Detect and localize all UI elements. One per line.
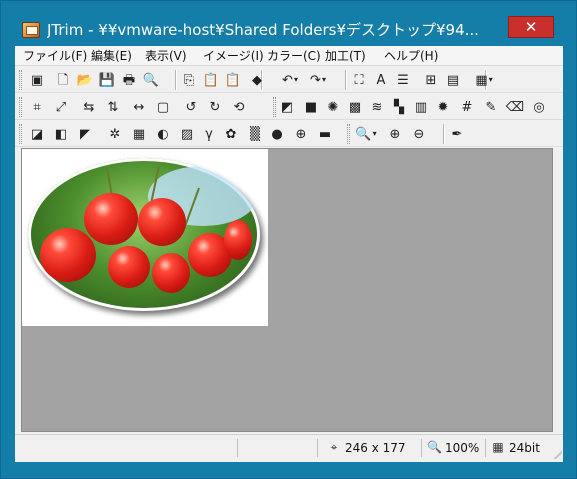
rotate-left-90-icon[interactable]: ↺ [181, 97, 201, 117]
menu-file[interactable]: ファイル(F) [23, 48, 87, 64]
toolbar-color: ◪ ◧ ◤ ✲ ▦ ◐ ▨ γ ✿ ▒ ● ⊕ ▬ 🔍 ▾ ⊕ ⊖ ✒ [15, 121, 563, 147]
capture-icon[interactable]: ◆ [247, 70, 267, 90]
color-wheel-icon[interactable]: ✿ [221, 124, 241, 144]
chevron-down-icon[interactable]: ▾ [322, 76, 326, 84]
paste-new-icon[interactable]: 📋 [223, 70, 243, 90]
toolbar-grip[interactable] [19, 124, 22, 144]
sunburst-icon[interactable]: ✺ [323, 97, 343, 117]
flip-vertical-icon[interactable]: ⇅ [103, 97, 123, 117]
toolbar-separator [175, 70, 177, 90]
toolbar-separator [443, 124, 445, 144]
toolbar-file: ▣ 🗋 📂 💾 🖶 🔍 ⎘ 📋 📋 ◆ ↶ ▾ ↷ ▾ ⛶ A ☰ ⊞ ▤ ▦ ▾ [15, 67, 563, 93]
rgb-circles-icon[interactable]: ● [267, 124, 287, 144]
rotate-free-icon[interactable]: ⟲ [229, 97, 249, 117]
picture-icon[interactable]: ▨ [177, 124, 197, 144]
image-size-icon: ⌖ [330, 440, 338, 454]
undo-icon[interactable]: ↶ ▾ [277, 70, 303, 90]
wave-icon[interactable]: ≋ [367, 97, 387, 117]
menu-color[interactable]: カラー(C) [267, 48, 321, 64]
save-icon[interactable]: 💾 [97, 70, 117, 90]
fence-icon[interactable]: # [457, 97, 477, 117]
lines-icon[interactable]: ☰ [393, 70, 413, 90]
redo-icon[interactable]: ↷ ▾ [305, 70, 331, 90]
eyedropper-icon[interactable]: ✒ [447, 124, 467, 144]
new-file-icon[interactable]: 🗋 [53, 70, 73, 90]
image-canvas[interactable] [22, 149, 268, 326]
grid-icon[interactable]: ⊞ [421, 70, 441, 90]
checker-icon[interactable]: ▒ [245, 124, 265, 144]
image-dimensions: 246 x 177 [345, 441, 406, 455]
dither-icon[interactable]: ▚ [389, 97, 409, 117]
color-palette-icon[interactable]: ▦ ▾ [471, 70, 497, 90]
rgb-bars-icon[interactable]: ▦ [129, 124, 149, 144]
menu-view[interactable]: 表示(V) [145, 48, 187, 64]
bit-depth-icon: ▦ [492, 440, 504, 454]
open-icon[interactable]: 📂 [75, 70, 95, 90]
contrast-icon[interactable]: ◐ [153, 124, 173, 144]
menu-edit[interactable]: 編集(E) [91, 48, 132, 64]
toolbar-transform: ⌗ ⤢ ⇆ ⇅ ↔ ▢ ↺ ↻ ⟲ ◩ ■ ✺ ▩ ≋ ▚ ▥ ✹ # ✎ ⌫ ◎ [15, 94, 563, 120]
zoom-out-icon[interactable]: ⊖ [409, 124, 429, 144]
app-window: JTrim - ¥¥vmware-host¥Shared Folders¥デスク… [0, 0, 577, 479]
blue-tone-icon[interactable]: ◤ [75, 124, 95, 144]
eraser-icon[interactable]: ⌫ [505, 97, 525, 117]
bit-depth: 24bit [509, 441, 540, 455]
gamma-icon[interactable]: γ [199, 124, 219, 144]
paste-icon[interactable]: 📋 [201, 70, 221, 90]
cherry-photo [28, 158, 260, 311]
zoom-in-icon[interactable]: ⊕ [385, 124, 405, 144]
zoom-level: 100% [445, 441, 480, 455]
menu-process[interactable]: 加工(T) [325, 48, 366, 64]
sparkle-icon[interactable]: ✲ [105, 124, 125, 144]
menu-help[interactable]: ヘルプ(H) [384, 48, 438, 64]
toolbar-grip[interactable] [273, 97, 276, 117]
client-area: ファイル(F) 編集(E) 表示(V) イメージ(I) カラー(C) 加工(T)… [15, 46, 563, 462]
spiral-icon[interactable]: ◎ [529, 97, 549, 117]
sepia-icon[interactable]: ◧ [51, 124, 71, 144]
close-button[interactable]: ✕ [508, 16, 554, 38]
flip-horizontal-icon[interactable]: ⇆ [79, 97, 99, 117]
mirror-icon[interactable]: ↔ [129, 97, 149, 117]
pen-icon[interactable]: ✎ [481, 97, 501, 117]
spark-icon[interactable]: ✹ [433, 97, 453, 117]
toolbar-grip[interactable] [347, 124, 350, 144]
print-icon[interactable]: 🖶 [119, 70, 139, 90]
chevron-down-icon[interactable]: ▾ [373, 130, 377, 138]
filmstrip-icon[interactable]: ▤ [443, 70, 463, 90]
new-window-icon[interactable]: ▣ [27, 70, 47, 90]
menu-image[interactable]: イメージ(I) [203, 48, 264, 64]
print-preview-icon[interactable]: 🔍 [141, 70, 161, 90]
title-bar[interactable]: JTrim - ¥¥vmware-host¥Shared Folders¥デスク… [1, 1, 576, 45]
fit-window-icon[interactable]: ⛶ [349, 70, 369, 90]
status-bar: ⌖ 246 x 177 🔍 100% ▦ 24bit [15, 434, 563, 460]
zoom-icon[interactable]: 🔍 ▾ [353, 124, 379, 144]
frame-icon[interactable]: ▢ [153, 97, 173, 117]
crop-icon[interactable]: ⌗ [27, 97, 47, 117]
brick-icon[interactable]: ▥ [411, 97, 431, 117]
zoom-level-icon: 🔍 [427, 440, 442, 454]
mosaic-icon[interactable]: ▩ [345, 97, 365, 117]
text-icon[interactable]: A [371, 70, 391, 90]
chevron-down-icon[interactable]: ▾ [294, 76, 298, 84]
resize-icon[interactable]: ⤢ [51, 97, 71, 117]
shadow-icon[interactable]: ◩ [277, 97, 297, 117]
window-title: JTrim - ¥¥vmware-host¥Shared Folders¥デスク… [47, 21, 479, 39]
copy-icon[interactable]: ⎘ [179, 70, 199, 90]
bevel-icon[interactable]: ◪ [27, 124, 47, 144]
xor-icon[interactable]: ⊕ [291, 124, 311, 144]
toolbar-grip[interactable] [19, 97, 22, 117]
chevron-down-icon[interactable]: ▾ [489, 76, 493, 84]
menu-bar: ファイル(F) 編集(E) 表示(V) イメージ(I) カラー(C) 加工(T)… [15, 46, 563, 66]
rotate-right-90-icon[interactable]: ↻ [205, 97, 225, 117]
toolbar-grip[interactable] [19, 70, 22, 90]
gray-box-icon[interactable]: ■ [301, 97, 321, 117]
jtrim-app-icon[interactable] [22, 22, 40, 38]
canvas-area[interactable] [21, 148, 553, 432]
toolbar-separator [345, 70, 347, 90]
gradient-icon[interactable]: ▬ [315, 124, 335, 144]
resize-grip[interactable] [552, 449, 562, 459]
